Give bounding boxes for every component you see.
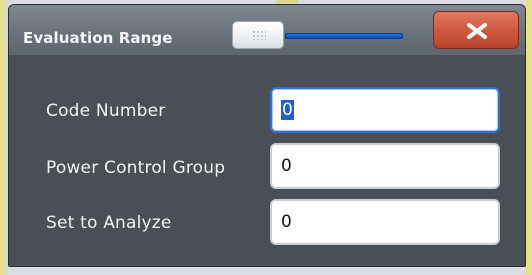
set-to-analyze-value: 0 xyxy=(281,212,292,232)
background-app: Evaluation Range Code Number 0 Power Con… xyxy=(0,0,532,275)
power-control-group-label: Power Control Group xyxy=(46,158,226,178)
close-icon xyxy=(434,12,520,50)
code-number-label: Code Number xyxy=(46,101,166,121)
background-strip-right xyxy=(525,0,532,275)
set-to-analyze-label: Set to Analyze xyxy=(46,213,172,233)
set-to-analyze-input[interactable]: 0 xyxy=(270,199,500,245)
window-drag-handle[interactable] xyxy=(232,21,284,49)
code-number-value: 0 xyxy=(281,100,294,120)
background-strip-left xyxy=(0,0,6,275)
dialog-title: Evaluation Range xyxy=(23,29,173,47)
code-number-input[interactable]: 0 xyxy=(270,87,500,133)
power-control-group-input[interactable]: 0 xyxy=(270,143,500,189)
evaluation-range-dialog: Evaluation Range Code Number 0 Power Con… xyxy=(8,4,526,267)
close-button[interactable] xyxy=(433,11,519,49)
grip-icon xyxy=(252,30,266,40)
opacity-slider-track[interactable] xyxy=(285,33,403,39)
dialog-content: Code Number 0 Power Control Group 0 Set … xyxy=(9,55,525,266)
dialog-titlebar[interactable]: Evaluation Range xyxy=(9,5,525,56)
power-control-group-value: 0 xyxy=(281,156,292,176)
